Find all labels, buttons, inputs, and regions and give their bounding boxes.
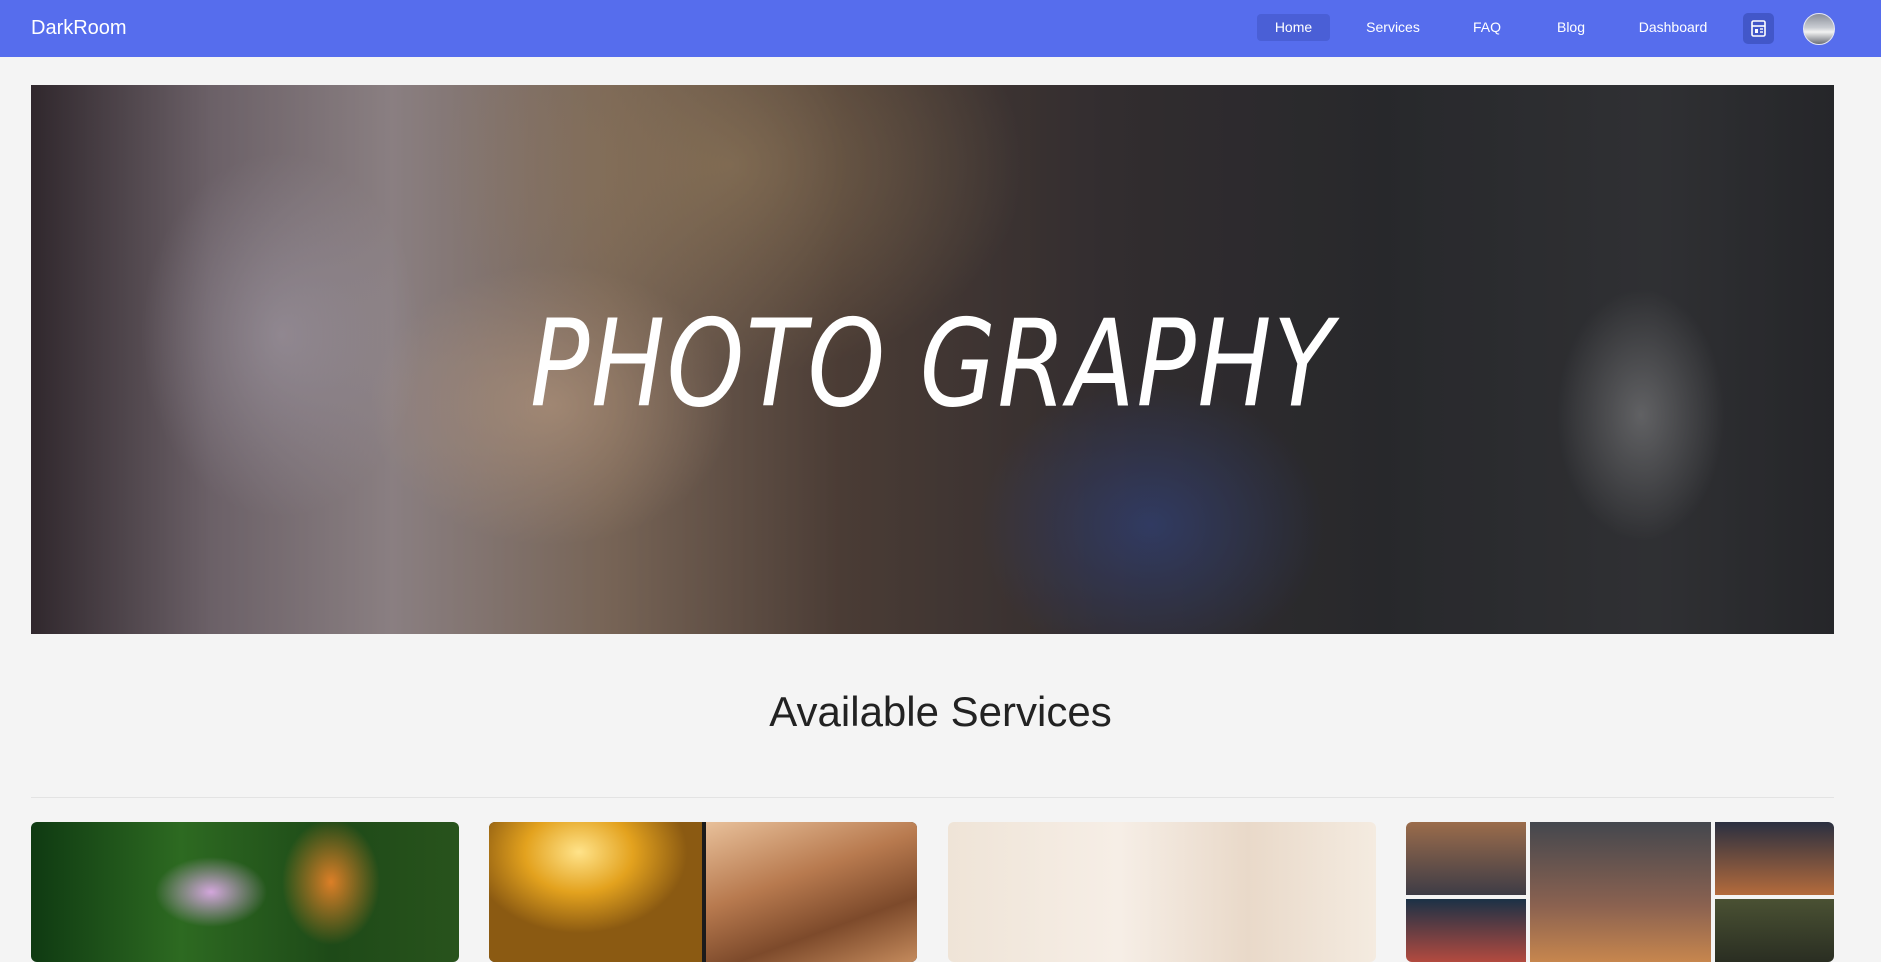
card-image-street-2 xyxy=(1530,822,1711,962)
section-divider xyxy=(31,797,1834,798)
navbar: DarkRoom Home Services FAQ Blog Dashboar… xyxy=(0,0,1881,57)
store-button[interactable] xyxy=(1743,13,1774,44)
card-image-street-4 xyxy=(1406,899,1526,962)
brand-logo[interactable]: DarkRoom xyxy=(31,14,127,42)
nav-link-blog[interactable]: Blog xyxy=(1548,14,1594,41)
user-avatar[interactable] xyxy=(1803,13,1835,45)
card-image-street-5 xyxy=(1715,899,1834,962)
card-image-city xyxy=(706,822,917,962)
card-image-street-3 xyxy=(1715,822,1834,895)
store-icon xyxy=(1751,20,1766,37)
nav-link-home[interactable]: Home xyxy=(1257,14,1330,41)
section-heading: Available Services xyxy=(769,688,1112,735)
service-card-aerial[interactable] xyxy=(489,822,917,962)
card-image-street-1 xyxy=(1406,822,1526,895)
hero-title: PHOTO GRAPHY xyxy=(530,295,1335,435)
nav-link-faq[interactable]: FAQ xyxy=(1464,14,1510,41)
nav-link-dashboard[interactable]: Dashboard xyxy=(1635,14,1711,41)
service-card-baby[interactable] xyxy=(948,822,1376,962)
service-card-nature[interactable] xyxy=(31,822,459,962)
nav-link-services[interactable]: Services xyxy=(1358,14,1428,41)
hero-banner: PHOTO GRAPHY xyxy=(31,85,1834,634)
service-card-street[interactable] xyxy=(1406,822,1834,962)
card-image-forest xyxy=(489,822,702,962)
